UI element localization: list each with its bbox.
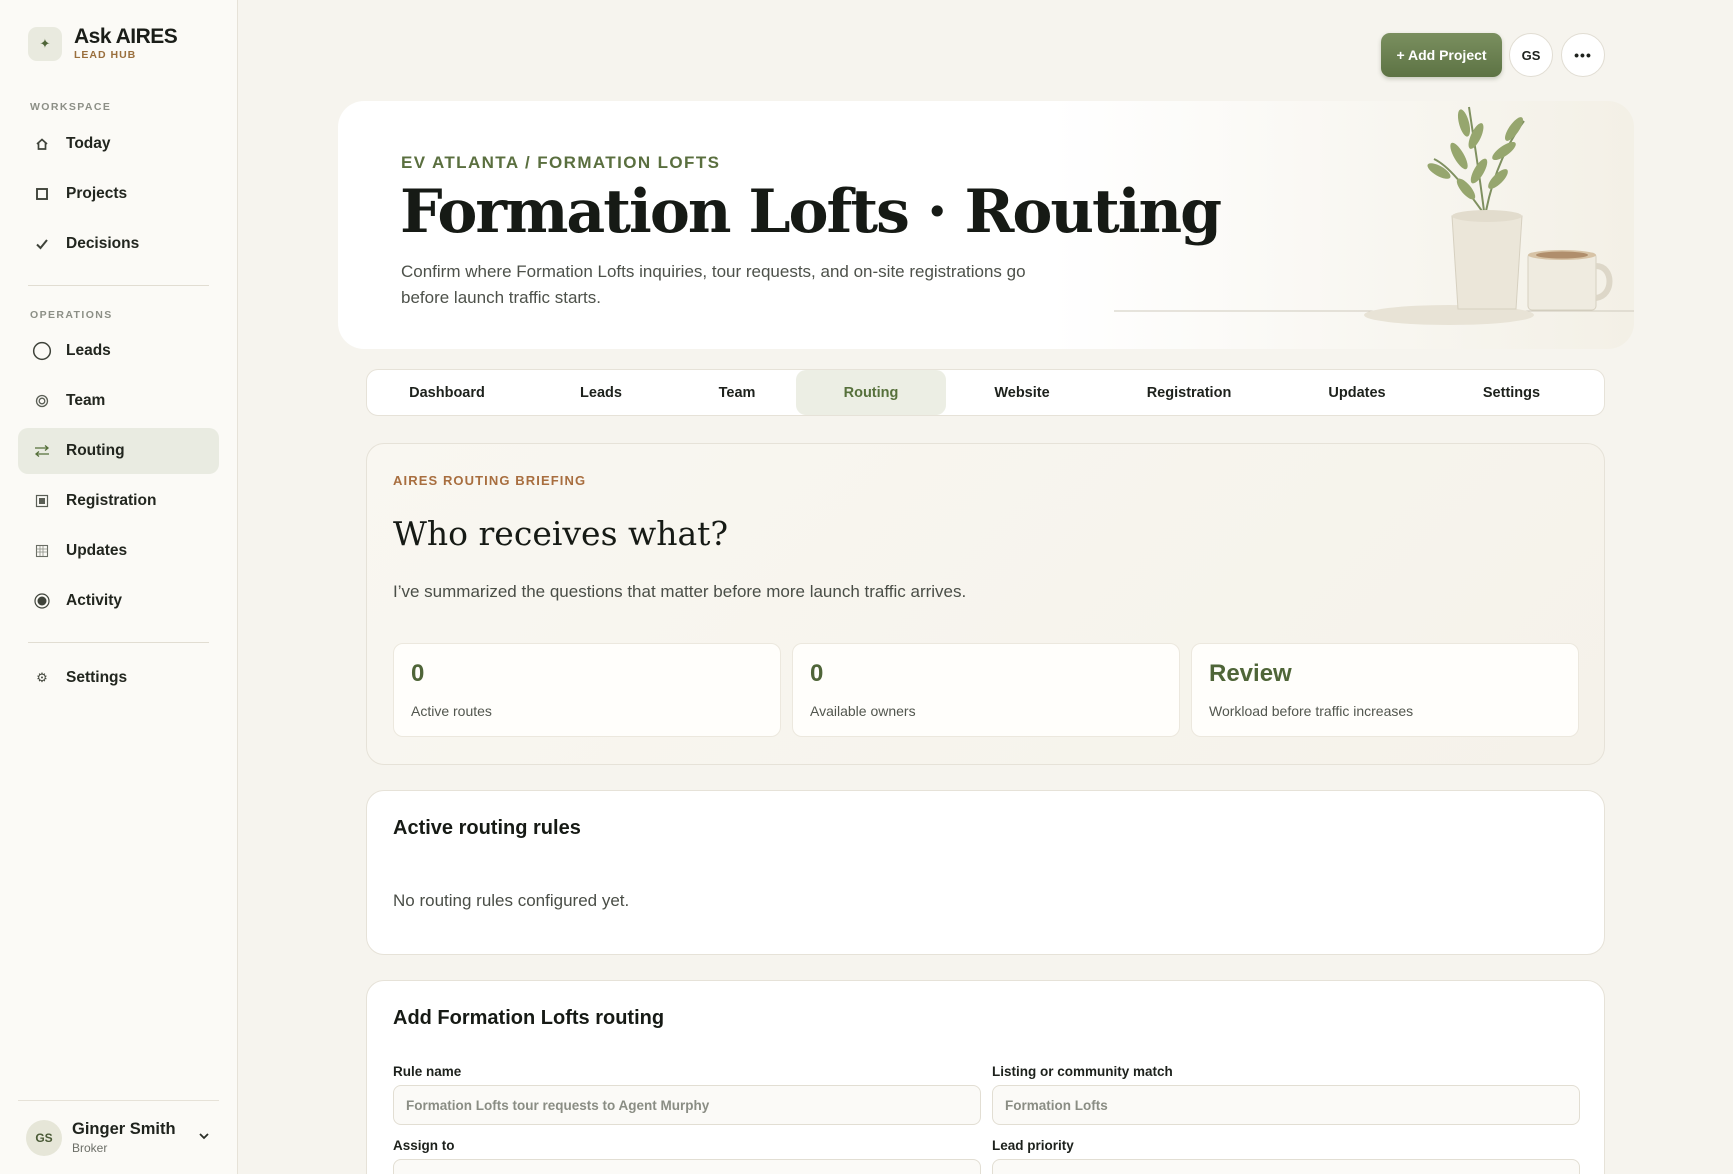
tab-dashboard[interactable]: Dashboard xyxy=(370,370,524,415)
project-tabs: Dashboard Leads Team Routing Website Reg… xyxy=(366,369,1605,416)
tab-settings[interactable]: Settings xyxy=(1434,370,1589,415)
stat-label: Available owners xyxy=(810,703,916,719)
check-icon xyxy=(32,234,52,254)
page-title: Formation Lofts · Routing xyxy=(400,177,1222,247)
radio-icon xyxy=(32,591,52,611)
rules-title: Active routing rules xyxy=(393,817,581,839)
home-icon xyxy=(32,134,52,154)
circle-icon xyxy=(32,341,52,361)
brand[interactable]: ✦ Ask AIRES LEAD HUB xyxy=(28,25,178,61)
assign-to-select[interactable] xyxy=(393,1159,981,1174)
profile-avatar-button[interactable]: GS xyxy=(1509,33,1553,77)
sidebar-item-team[interactable]: Team xyxy=(18,378,219,424)
stat-value: 0 xyxy=(411,660,425,687)
listing-match-label: Listing or community match xyxy=(992,1064,1173,1079)
sidebar-item-routing[interactable]: Routing xyxy=(18,428,219,474)
chevron-down-icon[interactable] xyxy=(197,1129,211,1148)
sparkle-icon: ✦ xyxy=(28,26,62,61)
breadcrumb: EV ATLANTA / FORMATION LOFTS xyxy=(401,153,721,172)
add-project-button[interactable]: + Add Project xyxy=(1381,33,1502,77)
tab-leads[interactable]: Leads xyxy=(524,370,678,415)
tab-website[interactable]: Website xyxy=(946,370,1098,415)
arrows-icon xyxy=(32,441,52,461)
sidebar-item-leads[interactable]: Leads xyxy=(18,328,219,374)
operations-section-label: OPERATIONS xyxy=(30,309,113,321)
sidebar-item-label: Activity xyxy=(66,592,122,609)
sidebar-item-label: Updates xyxy=(66,542,128,559)
rule-name-label: Rule name xyxy=(393,1064,462,1079)
user-role: Broker xyxy=(72,1141,108,1155)
square-icon xyxy=(32,184,52,204)
grid-icon xyxy=(32,541,52,561)
sidebar-item-decisions[interactable]: Decisions xyxy=(18,221,219,267)
assign-to-label: Assign to xyxy=(393,1138,455,1153)
form-title: Add Formation Lofts routing xyxy=(393,1007,665,1029)
sidebar-item-label: Settings xyxy=(66,669,128,686)
hero-banner: EV ATLANTA / FORMATION LOFTS Formation L… xyxy=(338,101,1634,349)
sidebar: ✦ Ask AIRES LEAD HUB WORKSPACE Today Pro… xyxy=(0,0,238,1174)
form-icon xyxy=(32,491,52,511)
sidebar-divider xyxy=(28,642,209,643)
active-routing-rules-card: Active routing rules No routing rules co… xyxy=(366,790,1605,955)
briefing-description: I’ve summarized the questions that matte… xyxy=(393,582,967,601)
avatar: GS xyxy=(26,1119,62,1156)
more-options-icon[interactable]: ••• xyxy=(1561,33,1605,77)
brand-title: Ask AIRES xyxy=(74,25,178,48)
sidebar-item-label: Leads xyxy=(66,342,111,359)
target-icon xyxy=(32,391,52,411)
sidebar-divider xyxy=(28,285,209,286)
sidebar-item-label: Decisions xyxy=(66,235,140,252)
brand-subtitle: LEAD HUB xyxy=(74,49,137,61)
workspace-section-label: WORKSPACE xyxy=(30,101,112,113)
sidebar-item-today[interactable]: Today xyxy=(18,121,219,167)
listing-match-input[interactable] xyxy=(992,1085,1580,1125)
sidebar-item-label: Projects xyxy=(66,185,128,202)
stat-value: 0 xyxy=(810,660,824,687)
gear-icon: ⚙ xyxy=(36,670,48,685)
stat-active-routes: 0 Active routes xyxy=(393,643,781,737)
routing-briefing-card: AIRES ROUTING BRIEFING Who receives what… xyxy=(366,443,1605,765)
sidebar-item-updates[interactable]: Updates xyxy=(18,528,219,574)
stat-available-owners: 0 Available owners xyxy=(792,643,1180,737)
briefing-eyebrow: AIRES ROUTING BRIEFING xyxy=(393,473,587,488)
rules-empty-state: No routing rules configured yet. xyxy=(393,891,630,910)
stat-label: Workload before traffic increases xyxy=(1209,703,1414,719)
page-description: Confirm where Formation Lofts inquiries,… xyxy=(401,262,1026,307)
sidebar-item-settings[interactable]: ⚙ Settings xyxy=(18,655,219,701)
rule-name-input[interactable] xyxy=(393,1085,981,1125)
plant-and-mug-illustration xyxy=(1114,106,1634,325)
sidebar-item-activity[interactable]: Activity xyxy=(18,578,219,624)
tab-registration[interactable]: Registration xyxy=(1098,370,1280,415)
user-name: Ginger Smith xyxy=(72,1120,176,1138)
sidebar-item-label: Routing xyxy=(66,442,125,459)
stat-value: Review xyxy=(1209,660,1292,687)
lead-priority-select[interactable] xyxy=(992,1159,1580,1174)
sidebar-item-registration[interactable]: Registration xyxy=(18,478,219,524)
briefing-title: Who receives what? xyxy=(393,514,729,553)
sidebar-item-label: Registration xyxy=(66,492,157,509)
lead-priority-label: Lead priority xyxy=(992,1138,1074,1153)
tab-updates[interactable]: Updates xyxy=(1280,370,1434,415)
sidebar-item-label: Today xyxy=(66,135,111,152)
user-menu[interactable]: GS Ginger Smith Broker xyxy=(18,1100,219,1174)
stat-workload-review: Review Workload before traffic increases xyxy=(1191,643,1579,737)
add-routing-form: Add Formation Lofts routing Rule name Li… xyxy=(366,980,1605,1174)
tab-team[interactable]: Team xyxy=(678,370,796,415)
tab-routing[interactable]: Routing xyxy=(796,370,946,415)
sidebar-item-label: Team xyxy=(66,392,106,409)
stat-label: Active routes xyxy=(411,703,492,719)
sidebar-item-projects[interactable]: Projects xyxy=(18,171,219,217)
